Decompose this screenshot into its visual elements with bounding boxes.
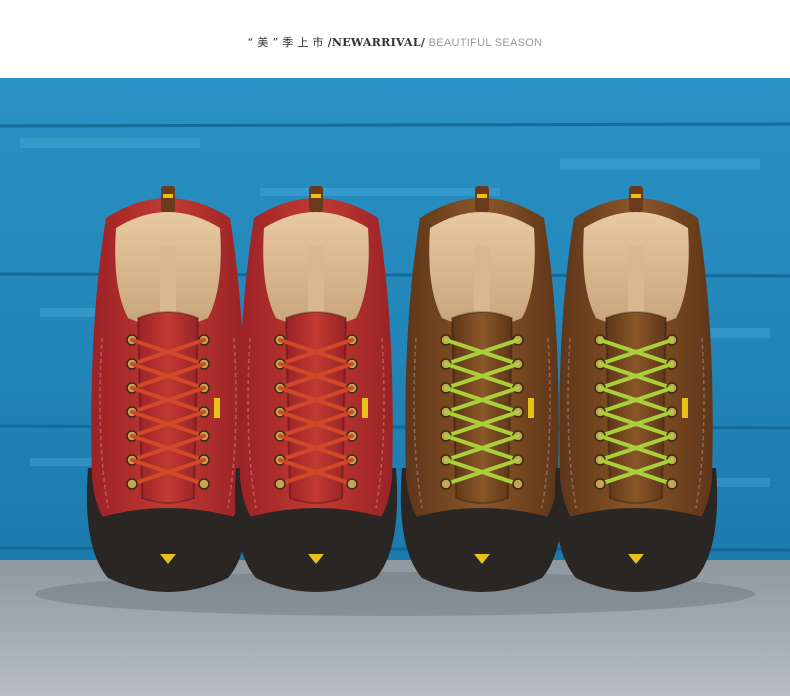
eyelet [594,478,606,490]
eyelet [198,478,210,490]
brown-shoe-left [400,186,564,592]
red-shoe-left [86,186,250,592]
heel-pull-tab [629,186,643,212]
red-shoe-right [234,186,398,592]
side-brand-label [682,398,688,418]
insole-brand-tag [160,246,176,316]
eyelet [666,478,678,490]
insole-brand-tag [308,246,324,316]
eyelet [346,478,358,490]
heel-pull-tab [309,186,323,212]
side-brand-label [214,398,220,418]
eyelet [274,478,286,490]
side-brand-label [362,398,368,418]
brown-shoe-right [554,186,718,592]
heel-pull-tab [161,186,175,212]
pull-tab-stripe [311,194,321,198]
heel-pull-tab [475,186,489,212]
pull-tab-stripe [163,194,173,198]
side-brand-label [528,398,534,418]
banner-title: “ 美 ” 季 上 市 /NEWARRIVAL/ BEAUTIFUL SEASO… [0,34,790,50]
insole-brand-tag [474,246,490,316]
shoes-photo-illustration [0,78,790,696]
banner-new-arrival: /NEWARRIVAL/ [327,36,426,49]
insole-brand-tag [628,246,644,316]
product-photo [0,78,790,696]
eyelet [512,478,524,490]
pull-tab-stripe [631,194,641,198]
banner-cn-text: “ 美 ” 季 上 市 [247,36,324,49]
eyelet [440,478,452,490]
product-banner-page: “ 美 ” 季 上 市 /NEWARRIVAL/ BEAUTIFUL SEASO… [0,0,790,696]
pull-tab-stripe [477,194,487,198]
banner-season: BEAUTIFUL SEASON [425,37,543,49]
header-banner: “ 美 ” 季 上 市 /NEWARRIVAL/ BEAUTIFUL SEASO… [0,0,790,78]
eyelet [126,478,138,490]
